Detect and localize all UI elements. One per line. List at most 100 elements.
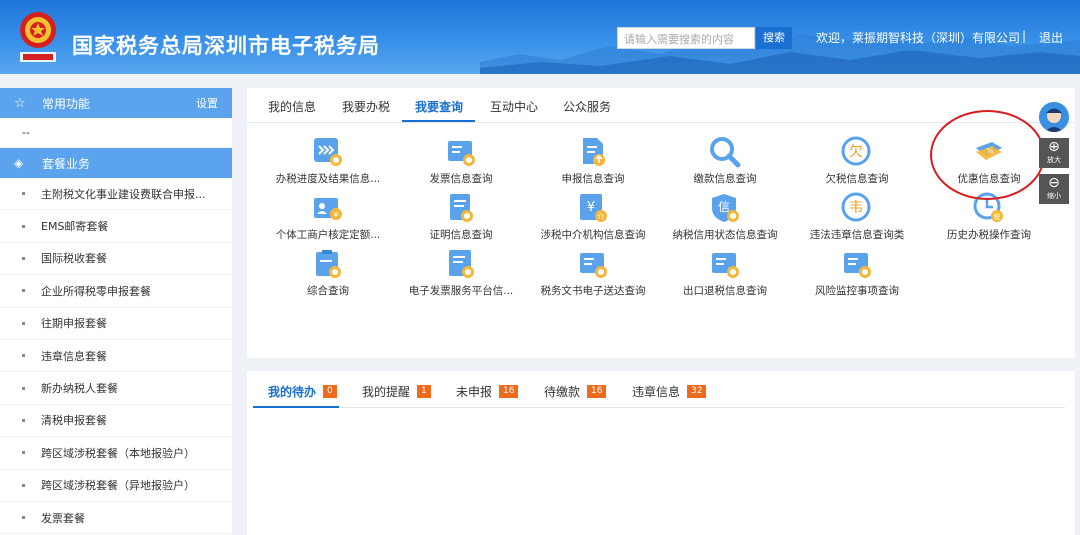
- zoom-in-label: 放大: [1047, 156, 1061, 164]
- sidebar-item[interactable]: 新办纳税人套餐: [0, 372, 232, 405]
- query-item-owe[interactable]: 欠 欠税信息查询: [792, 136, 922, 188]
- sidebar-item-label: 往期申报套餐: [41, 317, 107, 331]
- sidebar-item-label: 国际税收套餐: [41, 252, 107, 266]
- query-item-comprehensive[interactable]: 综合查询: [263, 248, 393, 300]
- query-item-e-invoice[interactable]: 电子发票服务平台信...: [396, 248, 526, 300]
- active-tab-indicator: [402, 120, 475, 122]
- query-item-label: 欠税信息查询: [825, 173, 889, 185]
- query-item-label: 申报信息查询: [561, 173, 625, 185]
- sidebar-item[interactable]: 发票套餐: [0, 502, 232, 535]
- tab-label: 违章信息: [632, 385, 681, 399]
- query-item-violation[interactable]: 韦 违法违章信息查询类: [792, 192, 922, 244]
- tab-label: 我的待办: [268, 385, 317, 399]
- common-functions-header[interactable]: ☆ 常用功能 设置: [0, 88, 232, 118]
- package-business-label: 套餐业务: [42, 156, 91, 171]
- sidebar-item[interactable]: 企业所得税零申报套餐: [0, 275, 232, 308]
- query-item-label: 电子发票服务平台信...: [408, 285, 514, 297]
- sidebar-item[interactable]: 清税申报套餐: [0, 405, 232, 438]
- zoom-in-icon: ⊕: [1048, 139, 1060, 155]
- zoom-in-button[interactable]: ⊕ 放大: [1039, 138, 1069, 168]
- tab-public-service[interactable]: 公众服务: [563, 98, 611, 115]
- sidebar-item-label: 跨区域涉税套餐（异地报验户）: [41, 479, 195, 493]
- avatar-icon: [1039, 102, 1069, 132]
- query-item-certificate[interactable]: 证明信息查询: [396, 192, 526, 244]
- sidebar: ☆ 常用功能 设置 -- ◈ 套餐业务 主附税文化事业建设费联合申报... EM…: [0, 88, 232, 535]
- settings-link[interactable]: 设置: [196, 95, 218, 111]
- bullet-icon: [22, 321, 25, 325]
- bullet-icon: [22, 418, 25, 422]
- sidebar-item[interactable]: 跨区域涉税套餐（本地报验户）: [0, 437, 232, 470]
- e-invoice-icon: [449, 250, 474, 278]
- query-item-progress[interactable]: 办税进度及结果信息...: [263, 136, 393, 188]
- query-item-risk[interactable]: 风险监控事项查询: [792, 248, 922, 300]
- sidebar-item[interactable]: 国际税收套餐: [0, 243, 232, 276]
- sidebar-item-label: 主附税文化事业建设费联合申报...: [41, 187, 206, 201]
- common-functions-label: 常用功能: [42, 96, 91, 111]
- query-item-label: 发票信息查询: [429, 173, 493, 185]
- sidebar-item[interactable]: 跨区域涉税套餐（异地报验户）: [0, 470, 232, 502]
- tab-my-reminder[interactable]: 我的提醒 1: [362, 383, 431, 400]
- query-item-agency[interactable]: ¥ 介 涉税中介机构信息查询: [528, 192, 658, 244]
- zoom-out-icon: ⊖: [1048, 175, 1060, 191]
- sidebar-item[interactable]: EMS邮寄套餐: [0, 210, 232, 243]
- query-item-invoice[interactable]: 发票信息查询: [396, 136, 526, 188]
- sidebar-item-label: 跨区域涉税套餐（本地报验户）: [41, 446, 195, 460]
- query-item-label: 历史办税操作查询: [947, 229, 1031, 241]
- svg-text:税: 税: [994, 212, 1001, 221]
- query-item-payment[interactable]: 缴款信息查询: [660, 136, 790, 188]
- count-badge: 32: [687, 385, 707, 398]
- query-item-label: 出口退税信息查询: [683, 285, 767, 297]
- zoom-out-button[interactable]: ⊖ 缩小: [1039, 174, 1069, 204]
- invoice-icon: [448, 141, 475, 166]
- count-badge: 16: [499, 385, 519, 398]
- sidebar-item[interactable]: 违章信息套餐: [0, 340, 232, 373]
- star-icon: ☆: [14, 95, 26, 111]
- progress-icon: [314, 138, 342, 166]
- svg-text:韦: 韦: [849, 200, 863, 216]
- package-business-header[interactable]: ◈ 套餐业务: [0, 148, 232, 178]
- customer-service-avatar[interactable]: [1039, 102, 1069, 132]
- bullet-icon: [22, 289, 25, 293]
- svg-text:¥: ¥: [587, 200, 595, 215]
- tab-my-info[interactable]: 我的信息: [268, 98, 316, 115]
- sidebar-item[interactable]: 往期申报套餐: [0, 308, 232, 340]
- tab-my-todo[interactable]: 我的待办 0: [268, 383, 337, 400]
- query-item-declare[interactable]: 申报信息查询: [528, 136, 658, 188]
- credit-icon: 信: [712, 194, 739, 222]
- sidebar-item-label: EMS邮寄套餐: [41, 220, 109, 234]
- search-input[interactable]: 请输入需要搜索的内容: [617, 27, 755, 49]
- search-button[interactable]: 搜索: [756, 27, 792, 49]
- bullet-icon: [22, 192, 25, 196]
- query-item-credit[interactable]: 信 纳税信用状态信息查询: [660, 192, 790, 244]
- document-icon: [580, 253, 607, 278]
- query-item-label: 违法违章信息查询类: [809, 229, 905, 241]
- comprehensive-icon: [316, 250, 341, 278]
- tab-undeclared[interactable]: 未申报 16: [456, 383, 519, 400]
- zoom-out-label: 缩小: [1047, 192, 1061, 200]
- sidebar-item[interactable]: 主附税文化事业建设费联合申报...: [0, 178, 232, 211]
- certificate-icon: [450, 194, 473, 222]
- export-icon: [712, 253, 739, 278]
- magnifier-icon: [710, 137, 741, 168]
- logout-link[interactable]: 退出: [1039, 29, 1063, 46]
- count-badge: 0: [323, 385, 337, 398]
- tax-emblem-logo: [20, 12, 56, 62]
- query-item-document[interactable]: 税务文书电子送达查询: [528, 248, 658, 300]
- active-tab-indicator: [253, 406, 339, 408]
- todo-tabs: 我的待办 0 我的提醒 1 未申报 16 待缴款 16 违章信息 32: [247, 371, 1075, 409]
- site-header: 国家税务总局深圳市电子税务局 请输入需要搜索的内容 搜索 欢迎，莱振期智科技（深…: [0, 0, 1080, 74]
- tab-pending-payment[interactable]: 待缴款 16: [544, 383, 607, 400]
- todo-panel: 我的待办 0 我的提醒 1 未申报 16 待缴款 16 违章信息 32: [247, 371, 1075, 535]
- query-item-label: 缴款信息查询: [693, 173, 757, 185]
- header-separator: |: [1022, 29, 1027, 43]
- tab-violations[interactable]: 违章信息 32: [632, 383, 707, 400]
- tab-interaction[interactable]: 互动中心: [490, 98, 538, 115]
- merchant-icon: ¥: [314, 198, 342, 220]
- main-tabs: 我的信息 我要办税 我要查询 互动中心 公众服务: [247, 88, 1075, 123]
- query-item-export[interactable]: 出口退税信息查询: [660, 248, 790, 300]
- query-item-label: 证明信息查询: [429, 229, 493, 241]
- tab-query[interactable]: 我要查询: [415, 98, 463, 115]
- query-item-label: 涉税中介机构信息查询: [540, 229, 646, 241]
- query-item-merchant[interactable]: ¥ 个体工商户核定定额...: [263, 192, 393, 244]
- tab-tax-handling[interactable]: 我要办税: [342, 98, 390, 115]
